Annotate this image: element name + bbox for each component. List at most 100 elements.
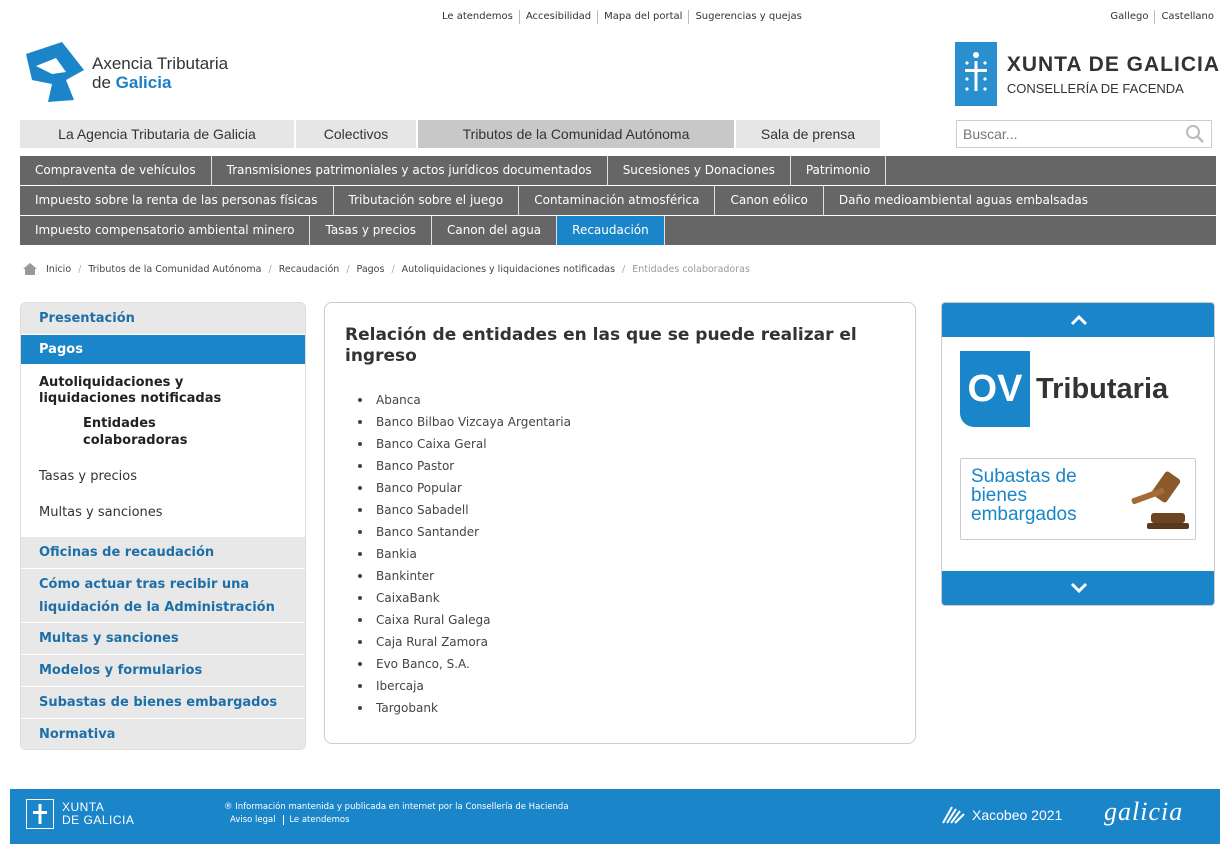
list-item: Banco Caixa Geral [357,433,571,455]
list-item: Bankinter [357,565,571,587]
nav-agencia[interactable]: La Agencia Tributaria de Galicia [20,120,296,148]
menu-entidades[interactable]: Entidades colaboradoras [83,415,233,449]
nav-tributos[interactable]: Tributos de la Comunidad Autónoma [418,120,736,148]
utility-links: Le atendemos Accesibilidad Mapa del port… [436,10,808,24]
menu-pagos-submenu: Autoliquidaciones y liquidaciones notifi… [21,365,305,537]
crumb-tributos[interactable]: Tributos de la Comunidad Autónoma [88,264,261,275]
footer-link-atendemos[interactable]: Le atendemos [283,815,355,825]
menu-multas-sub[interactable]: Multas y sanciones [39,505,163,520]
list-item: Targobank [357,697,571,719]
xunta-subtitle: CONSELLERÍA DE FACENDA [1006,80,1184,96]
menu-pagos[interactable]: Pagos [21,335,305,365]
entity-list: Abanca Banco Bilbao Vizcaya Argentaria B… [357,389,571,719]
menu-oficinas[interactable]: Oficinas de recaudación [21,537,305,569]
menu-tasas-precios[interactable]: Tasas y precios [39,469,137,484]
logo-line2-prefix: de [92,73,116,92]
language-switcher: Gallego Castellano [1104,10,1220,24]
search-icon[interactable] [1185,124,1205,144]
menu-subastas[interactable]: Subastas de bienes embargados [21,687,305,719]
link-sugerencias[interactable]: Sugerencias y quejas [688,10,807,24]
list-item: Ibercaja [357,675,571,697]
xunta-logo[interactable]: XUNTA DE GALICIA CONSELLERÍA DE FACENDA [954,42,1220,106]
carousel-down-button[interactable] [942,571,1214,605]
gavel-icon [1131,471,1189,529]
list-item: Banco Santander [357,521,571,543]
footer: XUNTA DE GALICIA ® Información mantenida… [10,789,1220,844]
list-item: Caixa Rural Galega [357,609,571,631]
subnav-juego[interactable]: Tributación sobre el juego [334,186,520,215]
main-nav: La Agencia Tributaria de Galicia Colecti… [20,120,882,148]
subnav-tasas[interactable]: Tasas y precios [310,216,432,245]
logo-line2-highlight: Galicia [115,73,172,92]
banner-carousel: OV Tributaria Subastas de bienes embarga… [941,302,1215,606]
crumb-pagos[interactable]: Pagos [357,264,385,275]
subnav-minero[interactable]: Impuesto compensatorio ambiental minero [20,216,311,245]
subnav-canon-agua[interactable]: Canon del agua [432,216,558,245]
breadcrumb: Inicio / Tributos de la Comunidad Autónom… [22,262,750,276]
subnav-sucesiones[interactable]: Sucesiones y Donaciones [608,156,791,185]
list-item: Abanca [357,389,571,411]
link-le-atendemos[interactable]: Le atendemos [436,10,519,24]
list-item: Banco Bilbao Vizcaya Argentaria [357,411,571,433]
subnav-row-2: Impuesto sobre la renta de las personas … [20,186,1216,215]
list-item: Banco Popular [357,477,571,499]
footer-info: ® Información mantenida y publicada en i… [224,801,569,827]
lang-gallego[interactable]: Gallego [1104,10,1154,24]
crumb-inicio[interactable]: Inicio [46,264,71,275]
footer-xunta-logo[interactable]: XUNTA DE GALICIA [26,799,134,829]
subnav-patrimonio[interactable]: Patrimonio [791,156,887,185]
xacobeo-text: Xacobeo 2021 [972,807,1063,823]
subnav-dano-medioambiental[interactable]: Daño medioambiental aguas embalsadas [824,186,1103,215]
logo-line1: Axencia Tributaria [92,54,229,73]
list-item: Banco Sabadell [357,499,571,521]
link-mapa-portal[interactable]: Mapa del portal [597,10,688,24]
menu-normativa[interactable]: Normativa [21,719,305,749]
lang-castellano[interactable]: Castellano [1154,10,1220,24]
subnav-transmisiones[interactable]: Transmisiones patrimoniales y actos jurí… [212,156,608,185]
subastas-banner[interactable]: Subastas de bienes embargados [960,458,1196,540]
ov-box: OV [960,351,1030,427]
carousel-up-button[interactable] [942,303,1214,337]
menu-modelos[interactable]: Modelos y formularios [21,655,305,687]
nav-colectivos[interactable]: Colectivos [296,120,418,148]
ov-tributaria-banner[interactable]: OV Tributaria [960,351,1168,427]
xacobeo-logo[interactable]: Xacobeo 2021 [940,805,1062,825]
subnav-compraventa[interactable]: Compraventa de vehículos [20,156,212,185]
nav-sala-prensa[interactable]: Sala de prensa [736,120,882,148]
menu-presentacion[interactable]: Presentación [21,303,305,335]
content-title: Relación de entidades en las que se pued… [345,325,857,366]
xunta-title: XUNTA DE GALICIA [1006,52,1220,76]
footer-logo-line2: DE GALICIA [62,813,135,827]
crumb-recaudacion[interactable]: Recaudación [279,264,340,275]
list-item: CaixaBank [357,587,571,609]
list-item: Banco Pastor [357,455,571,477]
search-box [956,120,1212,148]
ov-text: Tributaria [1036,372,1169,405]
subnav-contaminacion[interactable]: Contaminación atmosférica [519,186,716,215]
subnav-row-1: Compraventa de vehículos Transmisiones p… [20,156,1216,185]
left-menu: Presentación Pagos Autoliquidaciones y l… [20,302,306,750]
subnav-row-3: Impuesto compensatorio ambiental minero … [20,216,1216,245]
menu-multas[interactable]: Multas y sanciones [21,623,305,655]
menu-como-actuar[interactable]: Cómo actuar tras recibir una liquidación… [21,569,305,623]
xunta-shield-icon [26,799,54,829]
subnav-canon-eolico[interactable]: Canon eólico [715,186,824,215]
content-panel: Relación de entidades en las que se pued… [324,302,916,744]
subastas-text: Subastas de bienes embargados [971,466,1077,525]
atriga-logo[interactable]: Axencia Tributaria de Galicia [22,40,228,106]
subnav-recaudacion[interactable]: Recaudación [557,216,665,245]
search-input[interactable] [957,121,1177,147]
chevron-down-icon [1070,582,1088,594]
subnav-irpf[interactable]: Impuesto sobre la renta de las personas … [20,186,334,215]
chevron-up-icon [1070,314,1088,326]
atriga-logo-icon [26,42,84,102]
galicia-brand[interactable]: galicia [1104,797,1183,827]
xacobeo-shell-icon [942,806,965,824]
footer-link-aviso[interactable]: Aviso legal [230,815,281,825]
crumb-autoliquidaciones[interactable]: Autoliquidaciones y liquidaciones notifi… [402,264,615,275]
xunta-shield-icon [954,42,997,106]
menu-autoliquidaciones[interactable]: Autoliquidaciones y liquidaciones notifi… [39,375,269,407]
crumb-entidades: Entidades colaboradoras [632,263,750,275]
home-icon[interactable] [22,262,38,276]
link-accesibilidad[interactable]: Accesibilidad [518,10,597,24]
